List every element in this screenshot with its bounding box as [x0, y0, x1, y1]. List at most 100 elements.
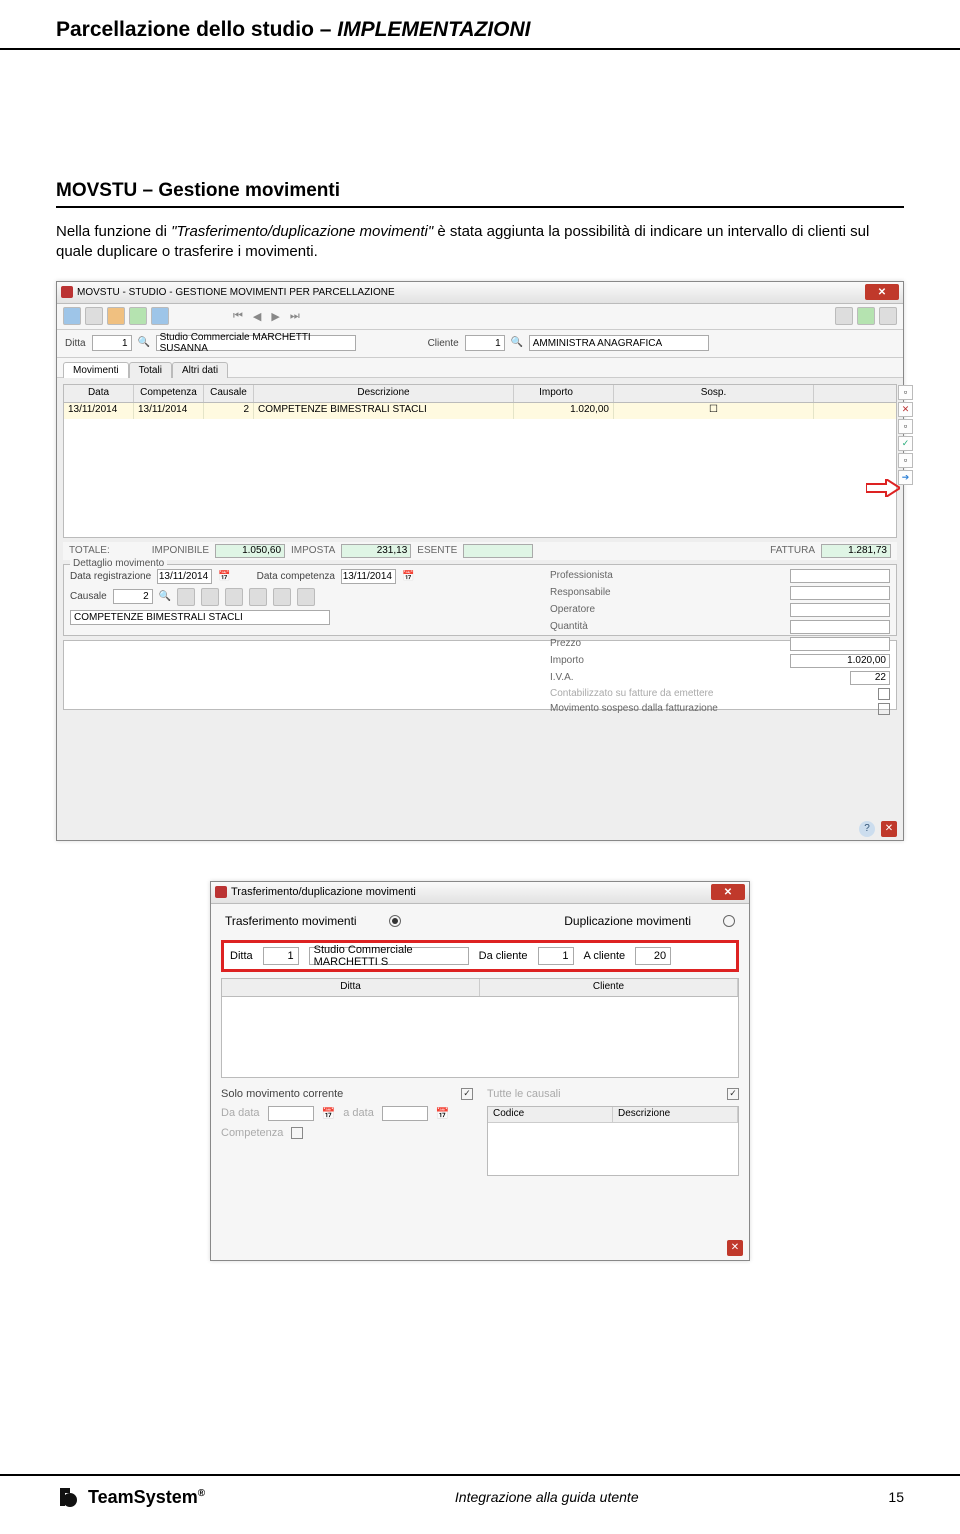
quant-input[interactable] — [790, 620, 890, 634]
tutte-causali-checkbox[interactable] — [727, 1088, 739, 1100]
search-icon[interactable]: 🔍 — [159, 591, 171, 603]
opt-duplicate-label: Duplicazione movimenti — [564, 914, 691, 928]
tab-bar: Movimenti Totali Altri dati — [57, 358, 903, 378]
dialog-titlebar: Trasferimento/duplicazione movimenti ✕ — [211, 882, 749, 904]
prezzo-label: Prezzo — [550, 638, 730, 649]
acliente-label: A cliente — [584, 950, 626, 962]
sosp-label: Movimento sospeso dalla fatturazione — [550, 703, 730, 714]
option-row: Trasferimento movimenti Duplicazione mov… — [211, 904, 749, 936]
detail-toolbar-icon[interactable] — [201, 588, 219, 606]
ditta-cliente-list: Ditta Cliente — [221, 978, 739, 1078]
causale-input[interactable]: 2 — [113, 589, 153, 604]
calendar-icon[interactable]: 📅 — [402, 571, 414, 582]
col-cliente: Cliente — [480, 979, 738, 996]
ditta-label: Ditta — [65, 338, 86, 349]
cont-label: Contabilizzato su fatture da emettere — [550, 688, 730, 699]
solo-mov-label: Solo movimento corrente — [221, 1088, 343, 1100]
imposta-label: IMPOSTA — [291, 545, 335, 556]
resp-input[interactable] — [790, 586, 890, 600]
toolbar-icon[interactable] — [107, 307, 125, 325]
competenza-label: Competenza — [221, 1127, 283, 1139]
importo-label: Importo — [550, 655, 730, 666]
nav-first-icon[interactable]: ⏮ — [233, 310, 243, 323]
datareg-input[interactable]: 13/11/2014 — [157, 569, 212, 584]
cliente-input[interactable]: 1 — [465, 335, 505, 351]
close-button[interactable]: ✕ — [865, 284, 899, 300]
copy-icon[interactable]: ▫ — [898, 453, 913, 468]
imponibile-label: IMPONIBILE — [152, 545, 209, 556]
dialog-footer: ✕ — [727, 1240, 743, 1256]
sosp-checkbox[interactable] — [878, 703, 890, 715]
page-title: Parcellazione dello studio – IMPLEMENTAZ… — [56, 18, 904, 42]
imponibile-value: 1.050,60 — [215, 544, 285, 558]
logo-text: TeamSystem® — [88, 1487, 205, 1508]
radio-transfer[interactable] — [389, 915, 401, 927]
cont-checkbox[interactable] — [878, 688, 890, 700]
fattura-label: FATTURA — [770, 545, 815, 556]
toolbar-icon[interactable] — [835, 307, 853, 325]
body-paragraph: Nella funzione di "Trasferimento/duplica… — [56, 222, 904, 263]
calendar-icon[interactable]: 📅 — [218, 571, 230, 582]
edit-icon[interactable]: ▫ — [898, 419, 913, 434]
adata-input[interactable] — [382, 1106, 428, 1121]
nav-next-icon[interactable]: ▶ — [271, 310, 279, 323]
iva-input[interactable]: 22 — [850, 671, 890, 685]
detail-toolbar-icon[interactable] — [177, 588, 195, 606]
toolbar-icon[interactable] — [85, 307, 103, 325]
col-descrizione: Descrizione — [254, 385, 514, 402]
prof-label: Professionista — [550, 570, 730, 581]
cell-descr: COMPETENZE BIMESTRALI STACLI — [254, 403, 514, 419]
close-button[interactable]: ✕ — [711, 884, 745, 900]
close-icon[interactable]: ✕ — [727, 1240, 743, 1256]
detail-right-col: Professionista Responsabile Operatore Qu… — [550, 569, 890, 718]
dacliente-input[interactable]: 1 — [538, 947, 574, 965]
cliente-name-input[interactable]: AMMINISTRA ANAGRAFICA — [529, 335, 709, 351]
competenza-checkbox[interactable] — [291, 1127, 303, 1139]
detail-toolbar-icon[interactable] — [273, 588, 291, 606]
ditta-name-input[interactable]: Studio Commerciale MARCHETTI S — [309, 947, 469, 965]
toolbar-icon[interactable] — [879, 307, 897, 325]
oper-input[interactable] — [790, 603, 890, 617]
toolbar-icon[interactable] — [151, 307, 169, 325]
toolbar-icon[interactable] — [129, 307, 147, 325]
confirm-icon[interactable]: ✓ — [898, 436, 913, 451]
search-icon[interactable]: 🔍 — [511, 337, 523, 349]
toolbar-icon[interactable] — [857, 307, 875, 325]
tab-movimenti[interactable]: Movimenti — [63, 362, 129, 378]
datacomp-input[interactable]: 13/11/2014 — [341, 569, 396, 584]
solo-mov-checkbox[interactable] — [461, 1088, 473, 1100]
search-icon[interactable]: 🔍 — [138, 337, 150, 349]
dialog-title: Trasferimento/duplicazione movimenti — [231, 886, 416, 898]
detail-toolbar-icon[interactable] — [225, 588, 243, 606]
acliente-input[interactable]: 20 — [635, 947, 671, 965]
cliente-label: Cliente — [428, 338, 459, 349]
importo-input[interactable]: 1.020,00 — [790, 654, 890, 668]
delete-icon[interactable]: ✕ — [898, 402, 913, 417]
tab-altri-dati[interactable]: Altri dati — [172, 362, 228, 378]
tab-totali[interactable]: Totali — [129, 362, 172, 378]
ditta-name-input[interactable]: Studio Commerciale MARCHETTI SUSANNA — [156, 335, 356, 351]
detail-toolbar-icon[interactable] — [249, 588, 267, 606]
nav-last-icon[interactable]: ⏭ — [290, 310, 300, 323]
prof-input[interactable] — [790, 569, 890, 583]
filter-bar: Ditta 1 🔍 Studio Commerciale MARCHETTI S… — [57, 330, 903, 358]
descr-input[interactable]: COMPETENZE BIMESTRALI STACLI — [70, 610, 330, 625]
close-icon[interactable]: ✕ — [881, 821, 897, 837]
toolbar-icon[interactable] — [63, 307, 81, 325]
ditta-input[interactable]: 1 — [263, 947, 299, 965]
dadata-input[interactable] — [268, 1106, 314, 1121]
movstu-window: MOVSTU - STUDIO - GESTIONE MOVIMENTI PER… — [56, 281, 904, 841]
radio-duplicate[interactable] — [723, 915, 735, 927]
ditta-input[interactable]: 1 — [92, 335, 132, 351]
nav-prev-icon[interactable]: ◀ — [253, 310, 261, 323]
detail-toolbar-icon[interactable] — [297, 588, 315, 606]
transfer-icon[interactable]: ➔ — [898, 470, 913, 485]
new-icon[interactable]: ▫ — [898, 385, 913, 400]
calendar-icon[interactable]: 📅 — [436, 1107, 450, 1120]
prezzo-input[interactable] — [790, 637, 890, 651]
help-icon[interactable]: ? — [859, 821, 875, 837]
col-sosp: Sosp. — [614, 385, 814, 402]
calendar-icon[interactable]: 📅 — [322, 1107, 336, 1120]
grid-row[interactable]: 13/11/2014 13/11/2014 2 COMPETENZE BIMES… — [64, 403, 896, 419]
resp-label: Responsabile — [550, 587, 730, 598]
